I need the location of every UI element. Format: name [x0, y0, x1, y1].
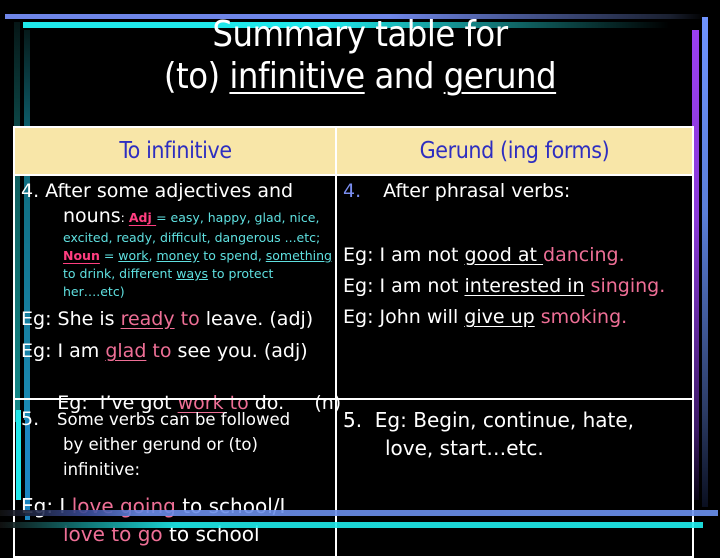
- noun-something: something: [265, 248, 332, 263]
- infinitive-example-2: Eg: I am glad to see you. (adj): [21, 340, 308, 362]
- example-gerund: dancing.: [543, 244, 625, 266]
- example-key: ready: [120, 308, 175, 330]
- noun-line-2a: to drink, different: [63, 266, 177, 281]
- example-pre: Eg: I am not: [343, 275, 465, 297]
- cell-infinitive-rule-4: 4. After some adjectives and nouns: Adj …: [13, 174, 341, 414]
- cell-gerund-rule-5: 5. Eg: Begin, continue, hate, love, star…: [335, 398, 694, 558]
- title-word-gerund: gerund: [443, 56, 557, 97]
- example-pre: Eg: I am not: [343, 244, 465, 266]
- example-gerund: singing.: [584, 275, 666, 297]
- gerund-example-3: Eg: John will give up smoking.: [343, 306, 627, 328]
- noun-line-2b: to protect: [208, 266, 274, 281]
- noun-line-3: her….etc): [63, 284, 125, 299]
- example-post: leave. (adj): [199, 308, 314, 330]
- adj-list-1: = easy, happy, glad, nice,: [156, 210, 320, 225]
- example-phrase: give up: [464, 306, 535, 328]
- example-key: glad: [105, 340, 147, 362]
- rule-5-number: 5.: [21, 408, 40, 430]
- rule-heading: After phrasal verbs:: [383, 180, 571, 202]
- rule-5-text-2: by either gerund or (to): [63, 435, 258, 454]
- cell-infinitive-rule-5: 5. Some verbs can be followed by either …: [13, 398, 337, 558]
- example-phrase: interested in: [464, 275, 585, 297]
- rule-4-heading: 4. After some adjectives and: [21, 180, 294, 202]
- noun-line-1: Noun = work, money to spend, something: [63, 248, 332, 263]
- title-word-infinitive: infinitive: [229, 56, 365, 97]
- example-phrase: good at: [464, 244, 544, 266]
- nouns-word: nouns: [63, 205, 121, 227]
- title-mid: and: [364, 56, 444, 97]
- gerund-rule-5-line-1: 5. Eg: Begin, continue, hate,: [343, 408, 635, 432]
- noun-eq: =: [99, 248, 119, 263]
- noun-line-2: to drink, different ways to protect: [63, 266, 273, 281]
- infinitive-example-1: Eg: She is ready to leave. (adj): [21, 308, 313, 330]
- gerund-rule-4-heading: 4. After phrasal verbs:: [343, 180, 570, 202]
- header-to-infinitive: To infinitive: [13, 126, 337, 176]
- title-line-1: Summary table for: [212, 14, 508, 55]
- noun-money: money: [156, 248, 200, 263]
- example-pre: Eg: John will: [343, 306, 465, 328]
- nouns-line: nouns: Adj = easy, happy, glad, nice,: [63, 205, 319, 227]
- rule-number: 4.: [343, 180, 362, 202]
- noun-work: work: [118, 248, 149, 263]
- title-prefix: (to): [163, 56, 230, 97]
- noun-label: Noun: [63, 248, 100, 263]
- rule-5-text-3: infinitive:: [63, 460, 141, 479]
- decorative-bar-bottom-cyan: [0, 522, 703, 528]
- slide-title: Summary table for (to) infinitive and ge…: [0, 14, 720, 98]
- summary-table: To infinitive Gerund (ing forms) 4. Afte…: [13, 126, 694, 558]
- title-line-2: (to) infinitive and gerund: [0, 56, 720, 98]
- noun-ways: ways: [176, 266, 209, 281]
- gerund-example-1: Eg: I am not good at dancing.: [343, 244, 625, 266]
- gerund-rule-5-line-2: love, start…etc.: [385, 436, 544, 460]
- nouns-colon: :: [120, 210, 129, 225]
- gerund-example-2: Eg: I am not interested in singing.: [343, 275, 665, 297]
- example-to: to: [174, 308, 200, 330]
- noun-mid: to spend,: [199, 248, 266, 263]
- header-gerund: Gerund (ing forms): [335, 126, 694, 176]
- cell-gerund-rule-4: 4. After phrasal verbs: Eg: I am not good…: [335, 174, 694, 400]
- adj-list-2: excited, ready, difficult, dangerous ...…: [63, 230, 321, 245]
- rule-5-text-1: Some verbs can be followed: [57, 410, 291, 429]
- example-post: see you. (adj): [171, 340, 308, 362]
- example-gerund: smoking.: [534, 306, 628, 328]
- adj-label: Adj: [128, 210, 157, 225]
- decorative-bar-bottom-blue: [0, 510, 718, 516]
- example-pre: Eg: I am: [21, 340, 106, 362]
- example-to: to: [146, 340, 172, 362]
- example-pre: Eg: She is: [21, 308, 121, 330]
